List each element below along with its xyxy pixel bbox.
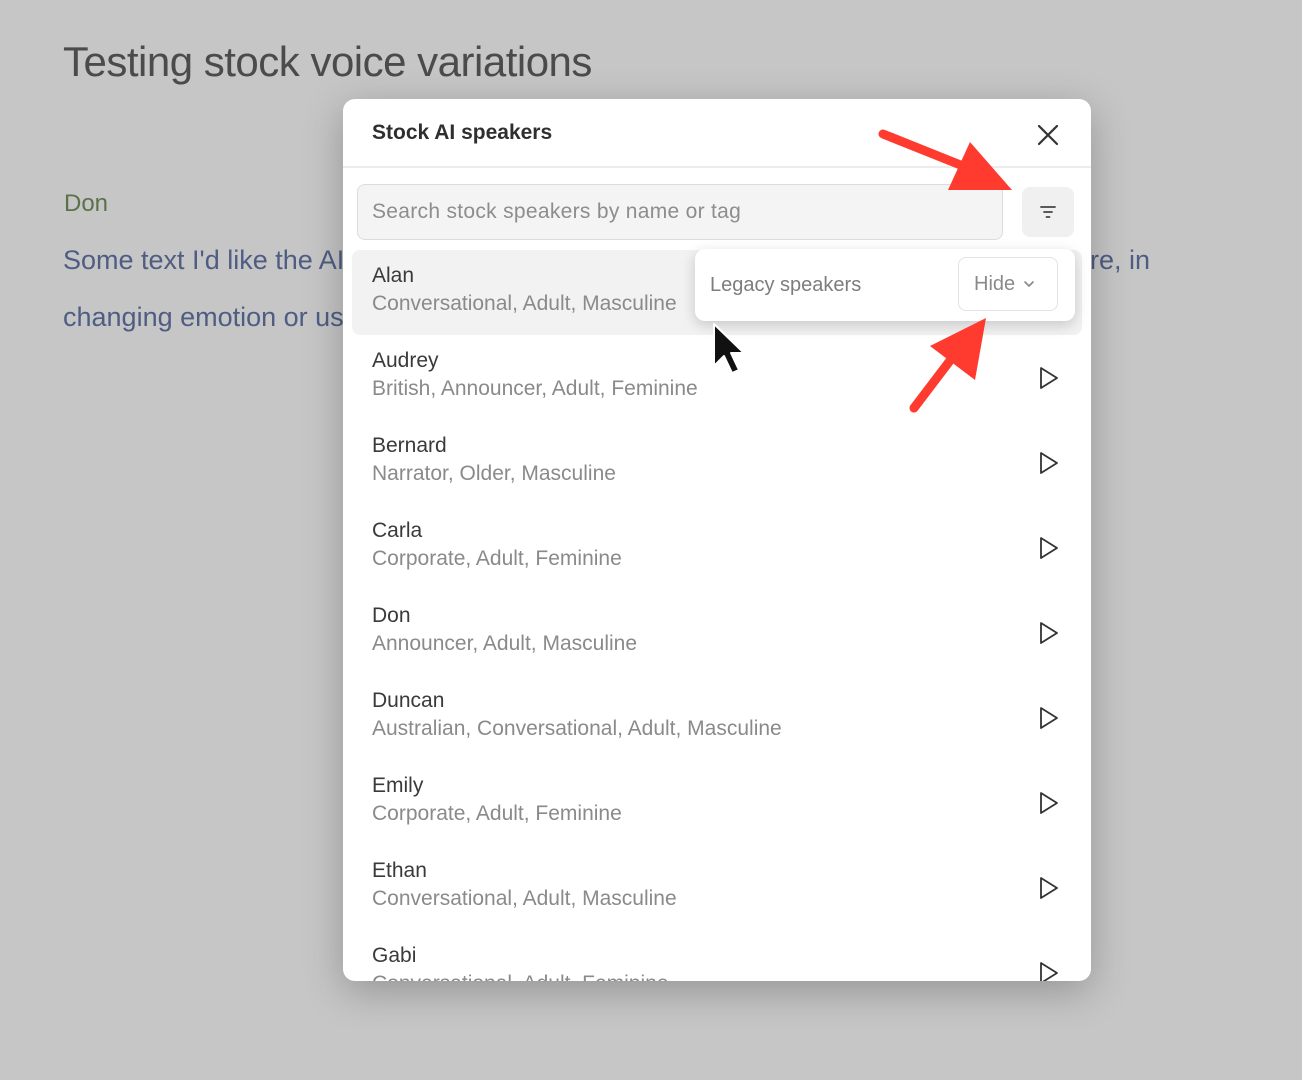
play-icon[interactable] (1035, 875, 1061, 901)
speaker-name: Duncan (372, 689, 445, 712)
list-item[interactable]: Don Announcer, Adult, Masculine (352, 590, 1082, 675)
script-text-line-1-end: re, in (1090, 245, 1151, 275)
speaker-name: Don (372, 604, 411, 627)
speaker-tags: Conversational, Adult, Feminine (372, 972, 669, 981)
speaker-tags: British, Announcer, Adult, Feminine (372, 377, 698, 400)
play-icon[interactable] (1035, 450, 1061, 476)
speaker-name: Emily (372, 774, 424, 797)
play-icon[interactable] (1035, 705, 1061, 731)
speaker-tags: Conversational, Adult, Masculine (372, 292, 677, 315)
legacy-speakers-label: Legacy speakers (710, 274, 862, 296)
speaker-label[interactable]: Don (64, 190, 108, 218)
speaker-name: Audrey (372, 349, 439, 372)
document-title: Testing stock voice variations (63, 38, 592, 85)
speaker-tags: Corporate, Adult, Feminine (372, 547, 622, 570)
filter-button[interactable] (1022, 187, 1074, 237)
legacy-speakers-popover: Legacy speakers Hide (695, 249, 1075, 321)
play-icon[interactable] (1035, 790, 1061, 816)
speaker-name: Ethan (372, 859, 427, 882)
search-input[interactable] (357, 184, 1003, 240)
speaker-name: Carla (372, 519, 423, 542)
close-icon[interactable] (1033, 120, 1063, 150)
speaker-tags: Corporate, Adult, Feminine (372, 802, 622, 825)
list-item[interactable]: Carla Corporate, Adult, Feminine (352, 505, 1082, 590)
chevron-down-icon (1024, 281, 1034, 287)
speaker-list: Alan Conversational, Adult, Masculine Au… (352, 250, 1082, 981)
filter-icon (1040, 206, 1056, 218)
speaker-tags: Conversational, Adult, Masculine (372, 887, 677, 910)
list-item[interactable]: Gabi Conversational, Adult, Feminine (352, 930, 1082, 981)
list-item[interactable]: Duncan Australian, Conversational, Adult… (352, 675, 1082, 760)
stock-speakers-modal: Stock AI speakers Alan Conversational, A… (343, 99, 1091, 981)
speaker-tags: Australian, Conversational, Adult, Mascu… (372, 717, 782, 740)
play-icon[interactable] (1035, 365, 1061, 391)
play-icon[interactable] (1035, 960, 1061, 981)
play-icon[interactable] (1035, 620, 1061, 646)
speaker-tags: Announcer, Adult, Masculine (372, 632, 638, 655)
play-icon[interactable] (1035, 535, 1061, 561)
legacy-speakers-value: Hide (974, 272, 1016, 295)
speaker-name: Alan (372, 264, 415, 287)
modal-title: Stock AI speakers (372, 121, 553, 144)
list-item[interactable]: Bernard Narrator, Older, Masculine (352, 420, 1082, 505)
modal-header: Stock AI speakers (343, 99, 1091, 168)
speaker-name: Bernard (372, 434, 447, 457)
list-item[interactable]: Emily Corporate, Adult, Feminine (352, 760, 1082, 845)
speaker-name: Gabi (372, 944, 417, 967)
legacy-speakers-select[interactable]: Hide (958, 257, 1058, 311)
list-item[interactable]: Audrey British, Announcer, Adult, Femini… (352, 335, 1082, 420)
speaker-tags: Narrator, Older, Masculine (372, 462, 616, 485)
list-item[interactable]: Ethan Conversational, Adult, Masculine (352, 845, 1082, 930)
